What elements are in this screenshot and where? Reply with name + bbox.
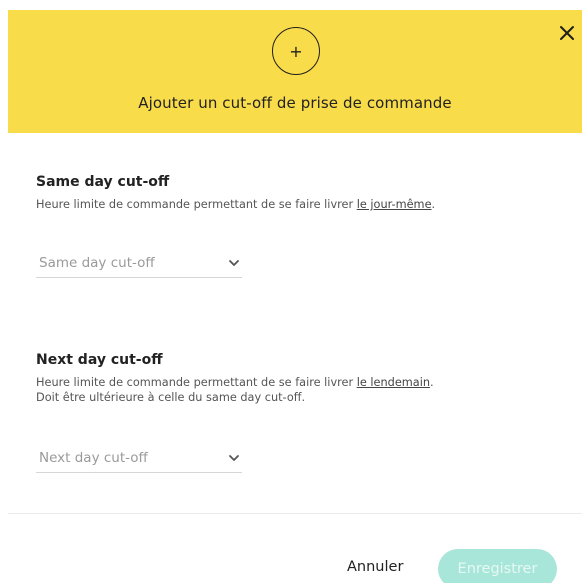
next-day-description-text: Heure limite de commande permettant de s… xyxy=(36,376,357,389)
dialog-title: Ajouter un cut-off de prise de commande xyxy=(138,94,452,112)
same-day-select-placeholder: Same day cut-off xyxy=(39,255,155,271)
add-icon-glyph: + xyxy=(289,41,303,61)
next-day-select[interactable]: Next day cut-off xyxy=(36,446,242,473)
cutoff-dialog: + Ajouter un cut-off de prise de command… xyxy=(0,0,582,583)
chevron-down-icon xyxy=(229,260,239,266)
next-day-description-line2: Doit être ultérieure à celle du same day… xyxy=(36,391,306,404)
same-day-description-link: le jour-même xyxy=(356,198,432,211)
next-day-description-link: le lendemain xyxy=(356,376,430,389)
add-icon: + xyxy=(272,27,320,75)
footer-divider xyxy=(8,513,582,514)
close-button[interactable] xyxy=(556,22,578,44)
next-day-description: Heure limite de commande permettant de s… xyxy=(36,375,434,405)
same-day-description-text: Heure limite de commande permettant de s… xyxy=(36,198,357,211)
next-day-select-placeholder: Next day cut-off xyxy=(39,450,148,466)
next-day-title: Next day cut-off xyxy=(36,352,163,368)
same-day-description: Heure limite de commande permettant de s… xyxy=(36,197,435,212)
same-day-select[interactable]: Same day cut-off xyxy=(36,251,242,278)
save-button[interactable]: Enregistrer xyxy=(438,549,557,583)
dialog-header: + Ajouter un cut-off de prise de command… xyxy=(8,10,582,133)
same-day-description-suffix: . xyxy=(431,198,436,211)
close-icon xyxy=(560,26,574,40)
cancel-button[interactable]: Annuler xyxy=(347,559,403,575)
same-day-title: Same day cut-off xyxy=(36,174,170,190)
next-day-description-suffix: . xyxy=(430,376,434,389)
chevron-down-icon xyxy=(229,455,239,461)
